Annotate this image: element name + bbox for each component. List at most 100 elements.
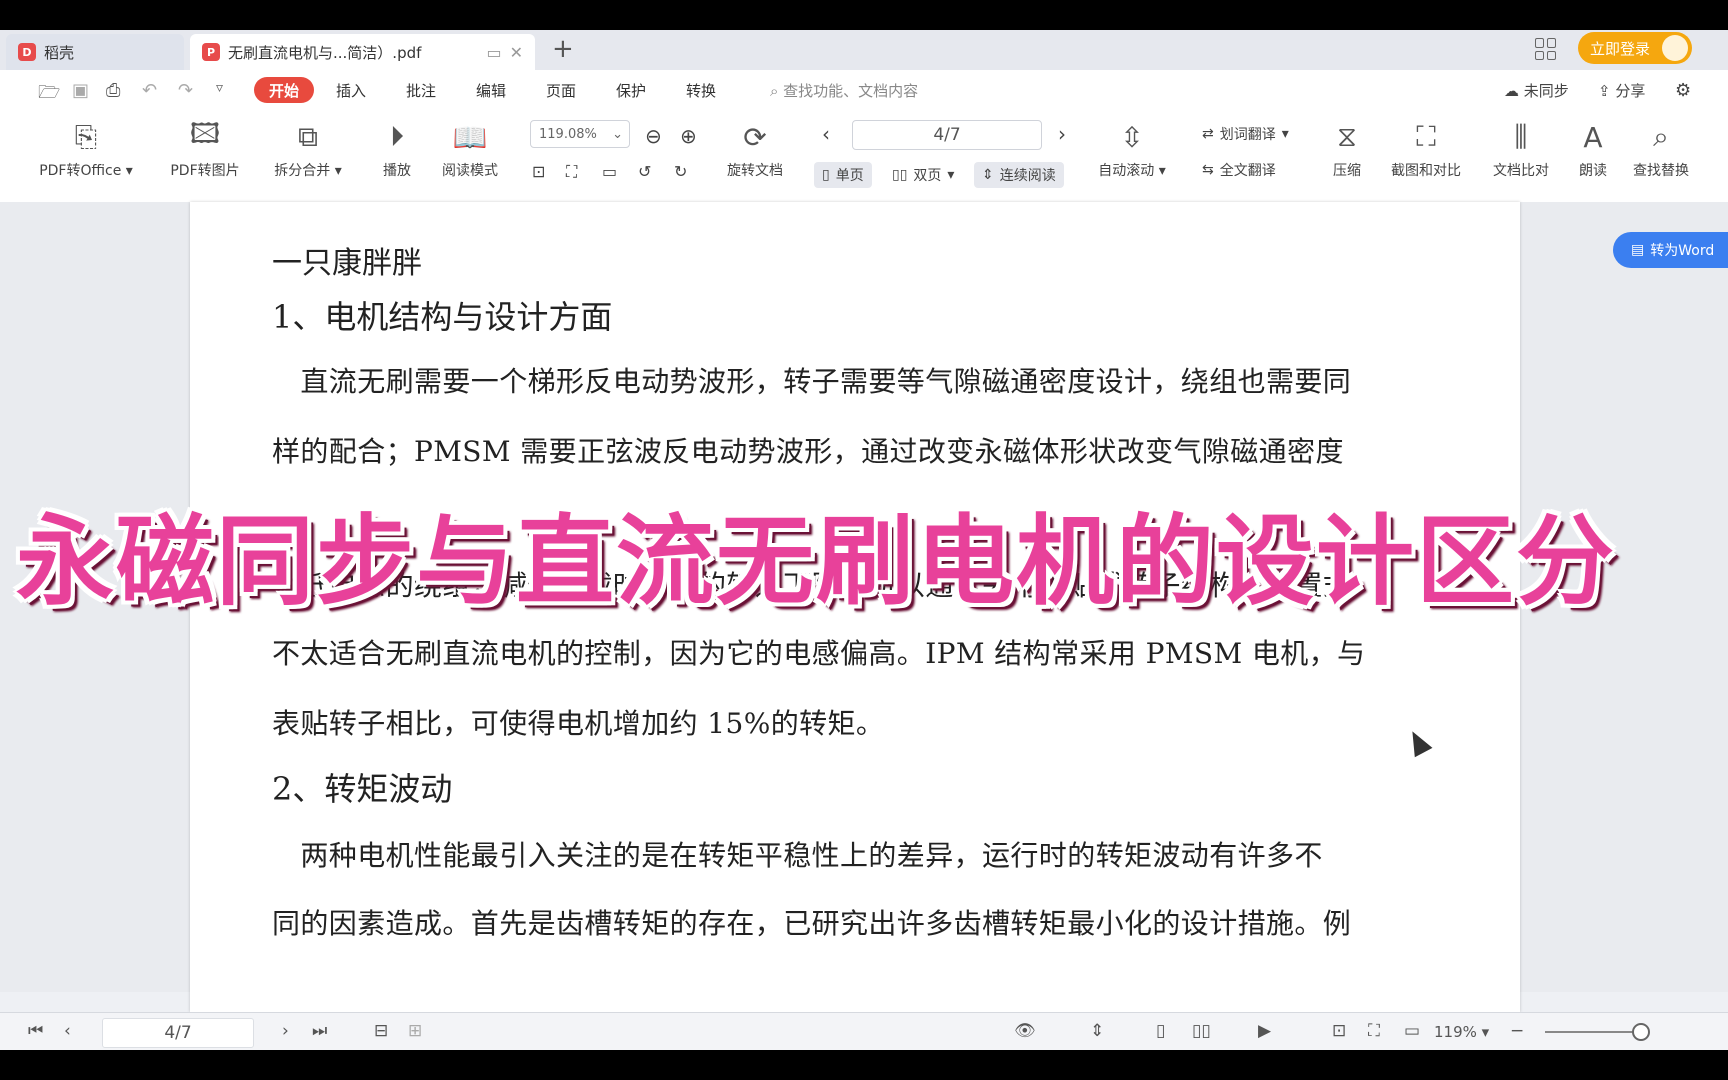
print-icon[interactable]: ⎙	[106, 80, 120, 101]
split-merge-icon: ⧉	[298, 120, 318, 153]
menu-insert[interactable]: 插入	[336, 80, 366, 101]
menu-protect[interactable]: 保护	[616, 80, 646, 101]
zoom-in-icon[interactable]: ⊕	[680, 124, 697, 148]
actual-size-icon[interactable]: ⊡	[532, 162, 545, 181]
play-icon[interactable]: ▶	[1258, 1021, 1271, 1041]
read-aloud-button[interactable]: A 朗读	[1572, 120, 1614, 180]
read-mode-button[interactable]: 📖 阅读模式	[434, 120, 506, 180]
tab-pdf-document[interactable]: P 无刷直流电机与...简洁）.pdf ▭ ✕	[190, 34, 535, 70]
customize-dropdown-icon[interactable]: ▿	[216, 80, 223, 96]
settings-icon[interactable]: ⚙	[1675, 80, 1691, 101]
zoom-out-icon[interactable]: ⊖	[645, 124, 662, 148]
tab-label: 无刷直流电机与...简洁）.pdf	[228, 43, 422, 62]
fit-page-icon[interactable]: ⛶	[566, 162, 577, 182]
login-button[interactable]: 立即登录	[1578, 32, 1692, 64]
play-icon: ⏵	[389, 120, 404, 153]
pin-icon[interactable]: ▭	[486, 43, 501, 62]
word-translate-button[interactable]: ⇄ 划词翻译 ▾	[1202, 124, 1289, 144]
compress-icon: ⧖	[1337, 120, 1357, 153]
compress-button[interactable]: ⧖ 压缩	[1326, 120, 1368, 180]
section-heading-1: 1、电机结构与设计方面	[272, 298, 613, 336]
doc-compare-button[interactable]: ⫼ 文档比对	[1486, 120, 1556, 180]
next-page-icon[interactable]: ›	[1058, 122, 1066, 146]
menu-comment[interactable]: 批注	[406, 80, 436, 101]
double-page-button[interactable]: ▯▯ 双页 ▾	[892, 165, 954, 185]
convert-to-word-button[interactable]: ▤ 转为Word	[1613, 232, 1728, 268]
double-view-icon[interactable]: ▯▯	[1192, 1021, 1211, 1041]
pdf-file-icon: P	[202, 43, 220, 61]
actual-size-icon[interactable]: ⊡	[1332, 1021, 1346, 1041]
paragraph-line: 直流无刷需要一个梯形反电动势波形，转子需要等气隙磁通密度设计，绕组也需要同	[272, 365, 1352, 398]
prev-page-icon[interactable]: ‹	[822, 122, 830, 146]
auto-scroll-button[interactable]: ⇳ 自动滚动 ▾	[1090, 120, 1174, 180]
search-icon: ⌕	[1653, 120, 1669, 153]
single-page-button[interactable]: ▯ 单页	[814, 162, 872, 188]
read-aloud-icon: A	[1583, 120, 1603, 154]
zoom-minus-icon[interactable]: −	[1510, 1021, 1524, 1041]
screenshot-icon: ⛶	[1416, 120, 1436, 153]
section-heading-2: 2、转矩波动	[272, 770, 453, 808]
translate-icon: ⇄	[1202, 126, 1214, 142]
play-button[interactable]: ⏵ 播放	[376, 120, 418, 180]
menu-convert[interactable]: 转换	[686, 80, 716, 101]
new-tab-button[interactable]: +	[552, 34, 574, 64]
eye-protection-icon[interactable]: 👁	[1014, 1021, 1036, 1041]
tab-docer[interactable]: D 稻壳	[6, 34, 184, 70]
continuous-icon: ⇕	[982, 167, 994, 183]
feature-search-input[interactable]: ⌕ 查找功能、文档内容	[770, 80, 918, 101]
paragraph-line: 表贴转子相比，可使得电机增加约 15%的转矩。	[272, 707, 885, 740]
menu-edit[interactable]: 编辑	[476, 80, 506, 101]
page-number-input[interactable]: 4/7	[852, 120, 1042, 150]
undo-icon[interactable]: ↶	[142, 80, 157, 101]
first-page-icon[interactable]: ⏮	[28, 1021, 43, 1041]
last-page-icon[interactable]: ⏭	[312, 1021, 327, 1041]
fit-page-icon[interactable]: ⛶	[1368, 1021, 1380, 1041]
share-icon: ⇪	[1598, 82, 1611, 100]
forward-icon[interactable]: ⊞	[408, 1021, 422, 1041]
split-merge-button[interactable]: ⧉ 拆分合并 ▾	[266, 120, 350, 180]
docer-logo-icon: D	[18, 43, 36, 61]
prev-page-icon[interactable]: ‹	[64, 1021, 71, 1041]
apps-grid-icon[interactable]	[1535, 38, 1557, 60]
rotate-document-button[interactable]: ⟳ 旋转文档	[718, 120, 792, 180]
avatar	[1662, 35, 1688, 61]
sync-status[interactable]: ☁ 未同步	[1504, 80, 1569, 101]
single-view-icon[interactable]: ▯	[1156, 1021, 1165, 1041]
zoom-slider[interactable]	[1545, 1031, 1645, 1033]
tab-label: 稻壳	[44, 43, 75, 62]
paragraph-line: 样的配合；PMSM 需要正弦波反电动势波形，通过改变永磁体形状改变气隙磁通密度	[272, 435, 1344, 468]
continuous-view-icon[interactable]: ⇕	[1090, 1021, 1104, 1041]
pdf-to-image-button[interactable]: 🖾 PDF转图片	[162, 117, 248, 180]
fit-width-icon[interactable]: ▭	[602, 162, 617, 181]
zoom-slider-handle[interactable]	[1632, 1023, 1650, 1041]
save-icon[interactable]: ▣	[72, 80, 89, 101]
fit-width-icon[interactable]: ▭	[1404, 1021, 1420, 1041]
chevron-down-icon: ⌄	[612, 126, 623, 142]
status-bar: ⏮ ‹ 4/7 › ⏭ ⊟ ⊞ 👁 ⇕ ▯ ▯▯ ▶ ⊡ ⛶ ▭ 119% ▾ …	[0, 1012, 1728, 1050]
status-zoom-select[interactable]: 119% ▾	[1434, 1023, 1489, 1041]
double-page-icon: ▯▯	[892, 167, 908, 183]
redo-icon[interactable]: ↷	[178, 80, 193, 101]
tab-bar: D 稻壳 P 无刷直流电机与...简洁）.pdf ▭ ✕ + 立即登录	[0, 30, 1728, 70]
pdf-to-office-button[interactable]: ⎘ PDF转Office ▾	[30, 120, 142, 180]
compare-icon: ⫼	[1514, 120, 1528, 153]
full-translate-icon: ⇆	[1202, 162, 1214, 178]
full-translate-button[interactable]: ⇆ 全文翻译	[1202, 160, 1276, 180]
continuous-read-button[interactable]: ⇕ 连续阅读	[974, 162, 1064, 188]
find-replace-button[interactable]: ⌕ 查找替换	[1626, 120, 1696, 180]
back-icon[interactable]: ⊟	[374, 1021, 388, 1041]
menu-start[interactable]: 开始	[254, 77, 314, 103]
zoom-select[interactable]: 119.08% ⌄	[530, 120, 630, 148]
rotate-left-icon[interactable]: ↺	[638, 162, 651, 181]
share-button[interactable]: ⇪ 分享	[1598, 80, 1645, 101]
status-page-input[interactable]: 4/7	[102, 1018, 254, 1048]
close-tab-icon[interactable]: ✕	[510, 43, 523, 62]
menu-page[interactable]: 页面	[546, 80, 576, 101]
overlay-title: 永磁同步与直流无刷电机的设计区分	[16, 505, 1617, 619]
pdf-reader-window: D 稻壳 P 无刷直流电机与...简洁）.pdf ▭ ✕ + 立即登录 🗁 ▣ …	[0, 30, 1728, 1050]
rotate-right-icon[interactable]: ↻	[674, 162, 687, 181]
next-page-icon[interactable]: ›	[282, 1021, 289, 1041]
screenshot-compare-button[interactable]: ⛶ 截图和对比	[1382, 120, 1470, 180]
cloud-icon: ☁	[1504, 82, 1519, 100]
open-folder-icon[interactable]: 🗁	[38, 80, 60, 110]
